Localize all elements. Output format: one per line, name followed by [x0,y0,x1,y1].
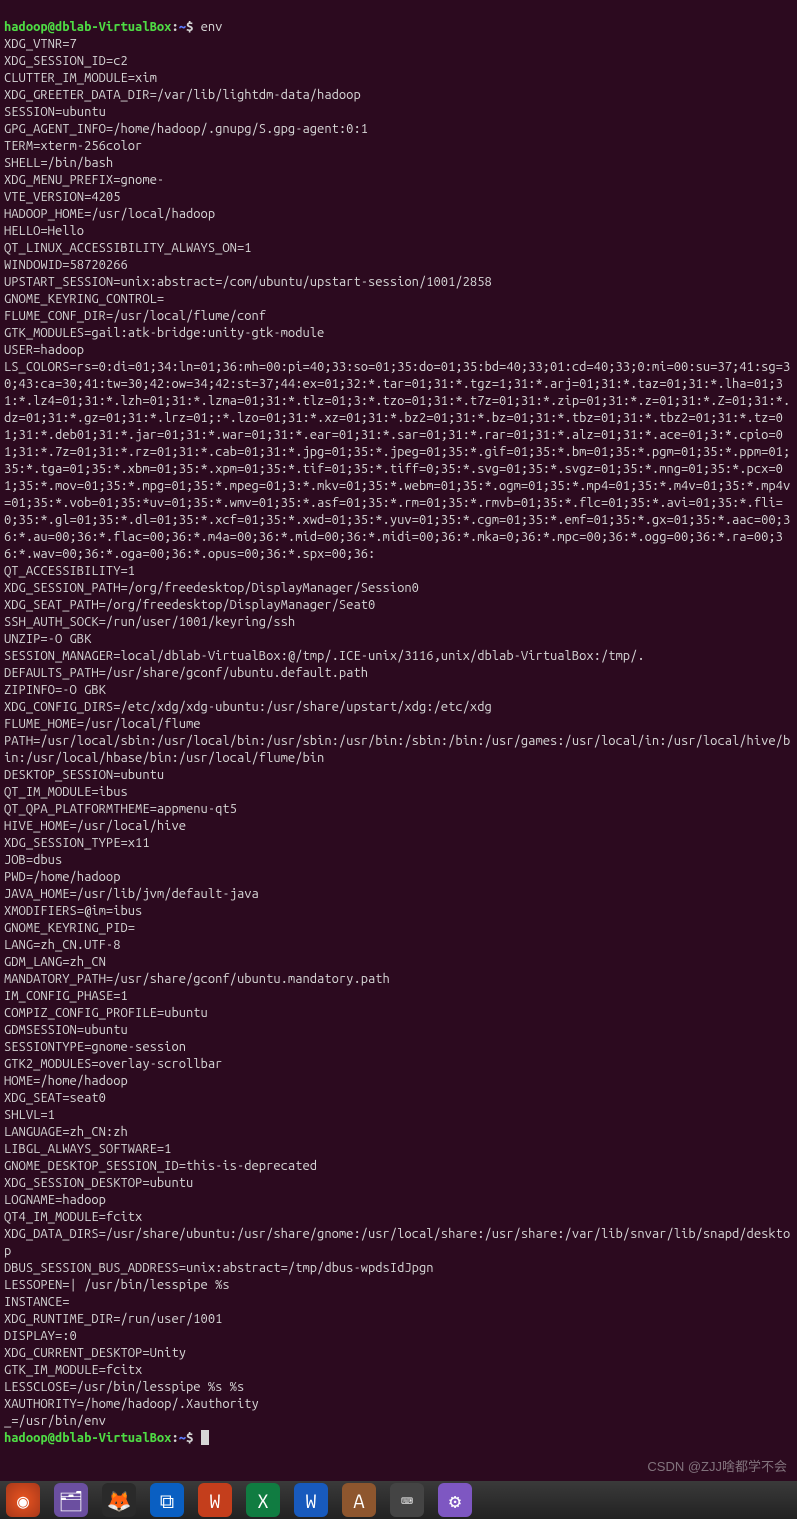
prompt-sep1: : [171,20,178,34]
prompt-user-host-2: hadoop@dblab-VirtualBox [4,1431,171,1445]
prompt-path-2: ~ [179,1431,186,1445]
app-icon-2[interactable]: W [198,1483,232,1517]
app-icon-5[interactable]: A [342,1483,376,1517]
prompt-sep1-2: : [171,1431,178,1445]
watermark: CSDN @ZJJ啥都学不会 [647,1458,787,1475]
dash-icon[interactable]: ◉ [6,1483,40,1517]
files-icon[interactable]: 🗂 [54,1483,88,1517]
app-icon-7[interactable]: ⚙ [438,1483,472,1517]
terminal-output[interactable]: hadoop@dblab-VirtualBox:~$ env XDG_VTNR=… [0,0,797,1449]
command-text: env [201,20,223,34]
app-icon-4[interactable]: W [294,1483,328,1517]
prompt-sep2-2: $ [186,1431,201,1445]
app-icon-1[interactable]: ⧉ [150,1483,184,1517]
app-icon-3[interactable]: X [246,1483,280,1517]
firefox-icon[interactable]: 🦊 [102,1483,136,1517]
prompt-user-host: hadoop@dblab-VirtualBox [4,20,171,34]
prompt-sep2: $ [186,20,201,34]
app-icon-6[interactable]: ⌨ [390,1483,424,1517]
env-output: XDG_VTNR=7 XDG_SESSION_ID=c2 CLUTTER_IM_… [4,36,793,1430]
prompt-path: ~ [179,20,186,34]
cursor [201,1430,209,1445]
taskbar: ◉ 🗂 🦊 ⧉ W X W A ⌨ ⚙ [0,1481,797,1519]
